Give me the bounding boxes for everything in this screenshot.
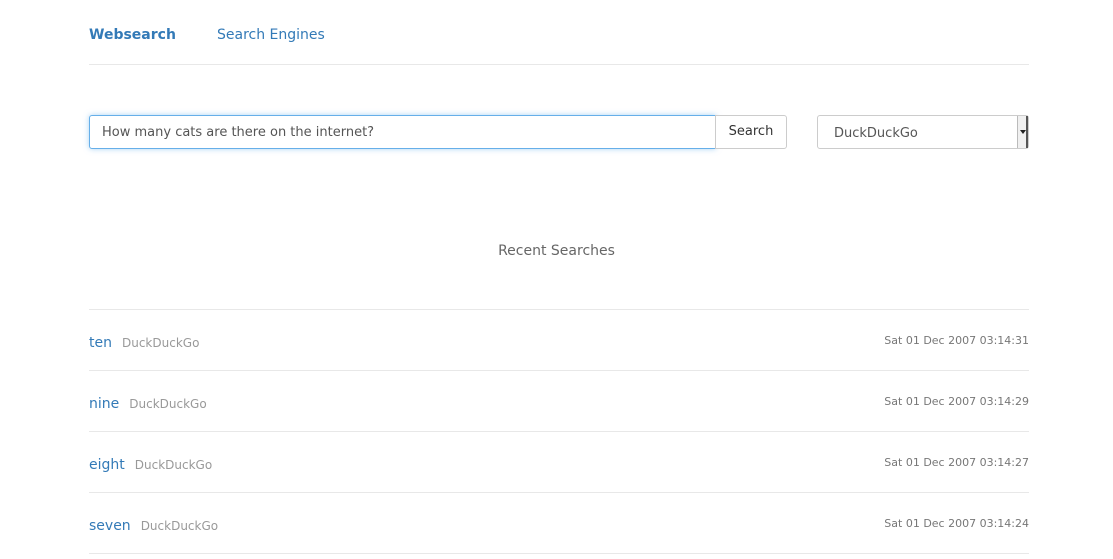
recent-search-engine: DuckDuckGo [121, 336, 200, 350]
recent-searches-heading: Recent Searches [498, 243, 615, 259]
search-button[interactable]: Search [715, 115, 787, 149]
recent-searches-list: ten DuckDuckGo Sat 01 Dec 2007 03:14:31 n… [89, 309, 1029, 554]
recent-search-query[interactable]: nine DuckDuckGo [89, 395, 207, 413]
recent-search-time: Sat 01 Dec 2007 03:14:31 [884, 334, 1029, 347]
recent-search-time: Sat 01 Dec 2007 03:14:27 [884, 456, 1029, 469]
engine-select-value: DuckDuckGo [834, 126, 918, 141]
recent-search-row: ten DuckDuckGo Sat 01 Dec 2007 03:14:31 [89, 310, 1029, 371]
recent-search-engine: DuckDuckGo [129, 397, 207, 411]
top-navigation: Websearch Search Engines [89, 0, 1029, 65]
recent-search-time: Sat 01 Dec 2007 03:14:24 [884, 517, 1029, 530]
brand-link[interactable]: Websearch [89, 25, 176, 45]
chevron-down-icon [1020, 130, 1026, 134]
search-input[interactable] [89, 115, 716, 149]
recent-search-row: eight DuckDuckGo Sat 01 Dec 2007 03:14:27 [89, 432, 1029, 493]
dropdown-arrow[interactable] [1017, 116, 1028, 148]
recent-search-row: seven DuckDuckGo Sat 01 Dec 2007 03:14:24 [89, 493, 1029, 554]
recent-search-engine: DuckDuckGo [140, 519, 219, 533]
websearch-page: Websearch Search Engines Search DuckDuck… [0, 0, 1113, 559]
recent-search-query[interactable]: ten DuckDuckGo [89, 334, 199, 352]
recent-search-query[interactable]: seven DuckDuckGo [89, 517, 218, 535]
recent-search-row: nine DuckDuckGo Sat 01 Dec 2007 03:14:29 [89, 371, 1029, 432]
engine-select[interactable]: DuckDuckGo [817, 115, 1029, 149]
recent-search-query[interactable]: eight DuckDuckGo [89, 456, 212, 474]
search-engines-link[interactable]: Search Engines [217, 25, 325, 45]
recent-search-time: Sat 01 Dec 2007 03:14:29 [884, 395, 1029, 408]
recent-search-engine: DuckDuckGo [134, 458, 213, 472]
